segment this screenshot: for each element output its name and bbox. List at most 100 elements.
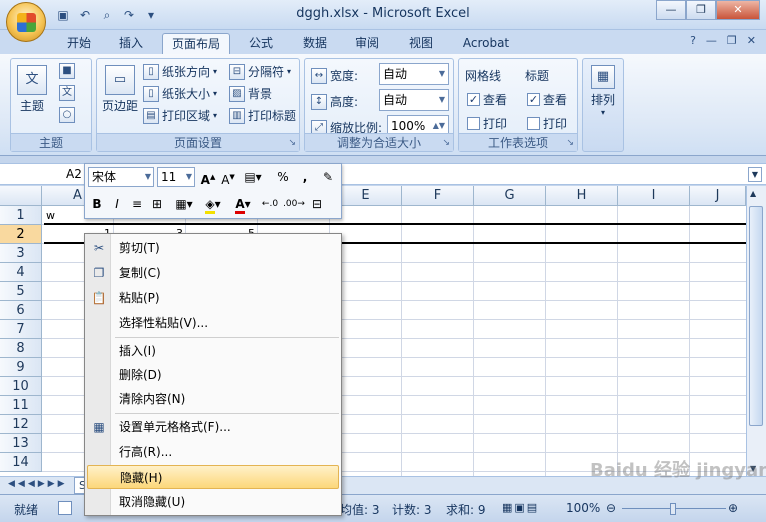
borders-icon[interactable]: ▦▾ <box>171 195 197 213</box>
menu-item-paste[interactable]: 📋 粘贴(P) <box>87 286 339 310</box>
menu-item-unhide[interactable]: 取消隐藏(U) <box>87 490 339 514</box>
ribbon-minimize-icon[interactable]: — <box>706 34 717 47</box>
tab-home[interactable]: 开始 <box>58 33 100 54</box>
theme-effects-button[interactable]: ○ <box>59 107 75 123</box>
orientation-button[interactable]: ▯ 纸张方向 ▾ <box>143 63 217 80</box>
tab-review[interactable]: 审阅 <box>346 33 388 54</box>
zoom-out-icon[interactable]: ⊖ <box>606 501 616 515</box>
row-header[interactable]: 14 <box>0 453 42 472</box>
print-area-button[interactable]: ▤ 打印区域 ▾ <box>143 107 217 124</box>
scroll-thumb[interactable] <box>749 206 763 426</box>
headings-view-checkbox[interactable]: ✓ 查看 <box>527 91 567 108</box>
cell-a1[interactable]: w <box>46 209 55 222</box>
row-header[interactable]: 2 <box>0 225 42 244</box>
office-button[interactable] <box>6 2 46 42</box>
scroll-up-icon[interactable]: ▲ <box>750 189 756 198</box>
width-select[interactable]: 自动 ▼ <box>379 63 449 85</box>
column-header-i[interactable]: I <box>618 186 690 206</box>
tab-formulas[interactable]: 公式 <box>240 33 282 54</box>
gridlines-print-checkbox[interactable]: 打印 <box>467 115 507 132</box>
gridlines-view-checkbox[interactable]: ✓ 查看 <box>467 91 507 108</box>
tab-page-layout[interactable]: 页面布局 <box>162 33 230 54</box>
row-header[interactable]: 6 <box>0 301 42 320</box>
name-box[interactable]: A2 <box>8 166 88 183</box>
font-name-select[interactable]: 宋体 ▼ <box>88 167 154 187</box>
minimize-button[interactable]: — <box>656 0 686 20</box>
tab-insert[interactable]: 插入 <box>110 33 152 54</box>
fill-color-icon[interactable]: ◈▾ <box>199 195 227 214</box>
vertical-scrollbar[interactable]: ▲ ▼ <box>746 186 766 476</box>
column-header-h[interactable]: H <box>546 186 618 206</box>
scale-launcher-icon[interactable]: ↘ <box>442 138 450 148</box>
height-select[interactable]: 自动 ▼ <box>379 89 449 111</box>
font-size-select[interactable]: 11 ▼ <box>157 167 195 187</box>
headings-print-checkbox[interactable]: 打印 <box>527 115 567 132</box>
macro-record-icon[interactable] <box>58 501 72 515</box>
row-header[interactable]: 8 <box>0 339 42 358</box>
menu-item-clear-contents[interactable]: 清除内容(N) <box>87 387 339 411</box>
decrease-decimal-icon[interactable]: .00→ <box>283 195 305 213</box>
column-header-j[interactable]: J <box>690 186 746 206</box>
row-header[interactable]: 10 <box>0 377 42 396</box>
ribbon-close-icon[interactable]: ✕ <box>747 34 756 47</box>
zoom-level[interactable]: 100% <box>566 501 600 515</box>
row-header[interactable]: 1 <box>0 206 42 225</box>
menu-item-row-height[interactable]: 行高(R)... <box>87 440 339 464</box>
restore-button[interactable]: ❐ <box>686 0 716 20</box>
center-align-icon[interactable]: ≡ <box>129 195 145 213</box>
zoom-slider-thumb[interactable] <box>670 503 676 515</box>
print-titles-button[interactable]: ▥ 打印标题 <box>229 107 296 124</box>
comma-button[interactable]: , <box>297 168 313 186</box>
size-button[interactable]: ▯ 纸张大小 ▾ <box>143 85 217 102</box>
row-header[interactable]: 5 <box>0 282 42 301</box>
menu-item-hide[interactable]: 隐藏(H) <box>87 465 339 489</box>
row-header[interactable]: 3 <box>0 244 42 263</box>
sheet-options-launcher-icon[interactable]: ↘ <box>566 138 574 148</box>
menu-item-cut[interactable]: ✂ 剪切(T) <box>87 236 339 260</box>
sheet-nav-icons[interactable]: ◀◀◀▶▶▶ <box>8 479 68 489</box>
background-button[interactable]: ▨ 背景 <box>229 85 272 102</box>
merge-cells-icon[interactable]: ⊟ <box>307 195 327 213</box>
tab-acrobat[interactable]: Acrobat <box>454 33 518 54</box>
help-icon[interactable]: ? <box>690 34 696 47</box>
row-header[interactable]: 11 <box>0 396 42 415</box>
theme-fonts-button[interactable]: 文 <box>59 85 75 101</box>
number-format-icon[interactable]: ▤▾ <box>241 168 265 186</box>
menu-item-paste-special[interactable]: 选择性粘贴(V)... <box>87 311 339 335</box>
arrange-button[interactable]: ▦ 排列 ▾ <box>587 65 619 117</box>
column-header-f[interactable]: F <box>402 186 474 206</box>
menu-item-format-cells[interactable]: ▦ 设置单元格格式(F)... <box>87 415 339 439</box>
select-all-corner[interactable] <box>0 186 42 206</box>
margins-button[interactable]: ▭ 页边距 <box>101 65 139 114</box>
themes-button[interactable]: 文 主题 <box>17 65 47 114</box>
background-icon: ▨ <box>229 85 245 102</box>
row-header[interactable]: 9 <box>0 358 42 377</box>
ribbon-restore-icon[interactable]: ❐ <box>727 34 737 47</box>
column-header-g[interactable]: G <box>474 186 546 206</box>
increase-decimal-icon[interactable]: ←.0 <box>259 195 281 213</box>
font-color-icon[interactable]: A▾ <box>229 195 257 214</box>
row-header[interactable]: 13 <box>0 434 42 453</box>
italic-button[interactable]: I <box>109 195 125 213</box>
view-buttons[interactable]: ▦▣▤ <box>502 501 539 514</box>
menu-item-insert[interactable]: 插入(I) <box>87 339 339 363</box>
close-button[interactable]: ✕ <box>716 0 760 20</box>
shrink-font-icon[interactable]: A▼ <box>219 168 237 187</box>
grow-font-icon[interactable]: A▲ <box>199 168 217 187</box>
expand-formula-icon[interactable]: ▼ <box>748 167 762 182</box>
zoom-in-icon[interactable]: ⊕ <box>728 501 738 515</box>
menu-item-copy[interactable]: ❐ 复制(C) <box>87 261 339 285</box>
tab-data[interactable]: 数据 <box>294 33 336 54</box>
page-setup-launcher-icon[interactable]: ↘ <box>288 138 296 148</box>
bold-button[interactable]: B <box>89 195 105 213</box>
row-header[interactable]: 7 <box>0 320 42 339</box>
tab-view[interactable]: 视图 <box>400 33 442 54</box>
row-header[interactable]: 4 <box>0 263 42 282</box>
breaks-button[interactable]: ⊟ 分隔符 ▾ <box>229 63 291 80</box>
format-painter-icon[interactable]: ✎ <box>319 168 337 186</box>
percent-button[interactable]: % <box>275 168 291 186</box>
theme-colors-button[interactable]: ■ <box>59 63 75 79</box>
row-header[interactable]: 12 <box>0 415 42 434</box>
merge-center-icon[interactable]: ⊞ <box>149 195 165 213</box>
menu-item-delete[interactable]: 删除(D) <box>87 363 339 387</box>
